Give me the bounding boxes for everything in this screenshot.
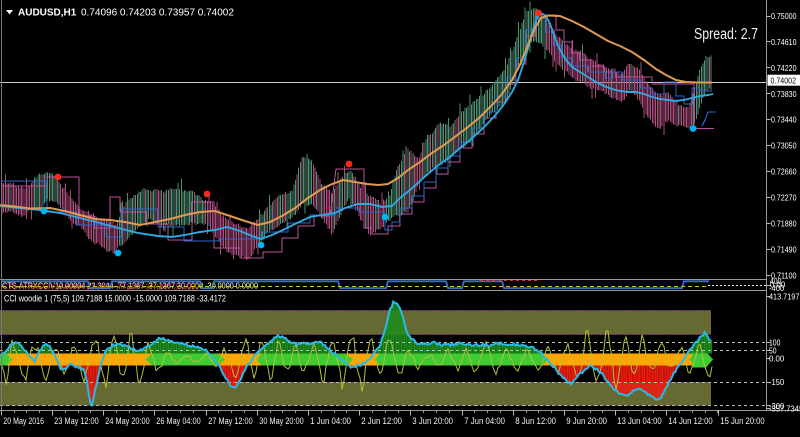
svg-text:26 May 04:00: 26 May 04:00 bbox=[156, 416, 200, 426]
svg-text:8 Jun 12:00: 8 Jun 12:00 bbox=[515, 416, 556, 426]
svg-text:1 Jun 04:00: 1 Jun 04:00 bbox=[310, 416, 351, 426]
svg-text:13 Jun 04:00: 13 Jun 04:00 bbox=[617, 416, 661, 426]
svg-text:3 Jun 20:00: 3 Jun 20:00 bbox=[412, 416, 453, 426]
svg-text:0.74002: 0.74002 bbox=[771, 76, 797, 86]
svg-text:0.73050: 0.73050 bbox=[771, 141, 797, 151]
svg-text:0.74220: 0.74220 bbox=[771, 63, 797, 73]
svg-text:30 May 20:00: 30 May 20:00 bbox=[259, 416, 303, 426]
svg-text:0.00: 0.00 bbox=[769, 353, 784, 363]
svg-text:0.73440: 0.73440 bbox=[771, 115, 797, 125]
svg-text:0.74096 0.74203 0.73957 0.7400: 0.74096 0.74203 0.73957 0.74002 bbox=[81, 8, 234, 19]
svg-text:27 May 12:00: 27 May 12:00 bbox=[208, 416, 252, 426]
svg-text:-357.7345: -357.7345 bbox=[769, 404, 800, 414]
svg-text:0.73830: 0.73830 bbox=[771, 89, 797, 99]
svg-text:15 Jun 20:00: 15 Jun 20:00 bbox=[720, 416, 764, 426]
svg-text:9 Jun 20:00: 9 Jun 20:00 bbox=[566, 416, 607, 426]
svg-text:20 May 2016: 20 May 2016 bbox=[3, 416, 44, 426]
svg-text:24 May 20:00: 24 May 20:00 bbox=[105, 416, 149, 426]
svg-text:14 Jun 12:00: 14 Jun 12:00 bbox=[668, 416, 712, 426]
svg-text:23 May 12:00: 23 May 12:00 bbox=[54, 416, 98, 426]
svg-text:0.72270: 0.72270 bbox=[771, 193, 797, 203]
svg-text:0.74610: 0.74610 bbox=[771, 37, 797, 47]
svg-text:AUDUSD,H1: AUDUSD,H1 bbox=[18, 8, 77, 19]
svg-text:2 Jun 12:00: 2 Jun 12:00 bbox=[361, 416, 402, 426]
svg-text:-150: -150 bbox=[769, 377, 784, 387]
svg-text:7 Jun 04:00: 7 Jun 04:00 bbox=[464, 416, 505, 426]
svg-text:0.71490: 0.71490 bbox=[771, 244, 797, 254]
svg-text:0.75000: 0.75000 bbox=[771, 11, 797, 21]
svg-text:CCI woodie 1 (75,5) 109.7188 1: CCI woodie 1 (75,5) 109.7188 15.0000 -15… bbox=[4, 294, 226, 304]
svg-text:Spread: 2.7: Spread: 2.7 bbox=[694, 26, 758, 43]
svg-text:0.72660: 0.72660 bbox=[771, 167, 797, 177]
svg-text:0.71880: 0.71880 bbox=[771, 218, 797, 228]
svg-text:413.7197: 413.7197 bbox=[769, 292, 800, 302]
